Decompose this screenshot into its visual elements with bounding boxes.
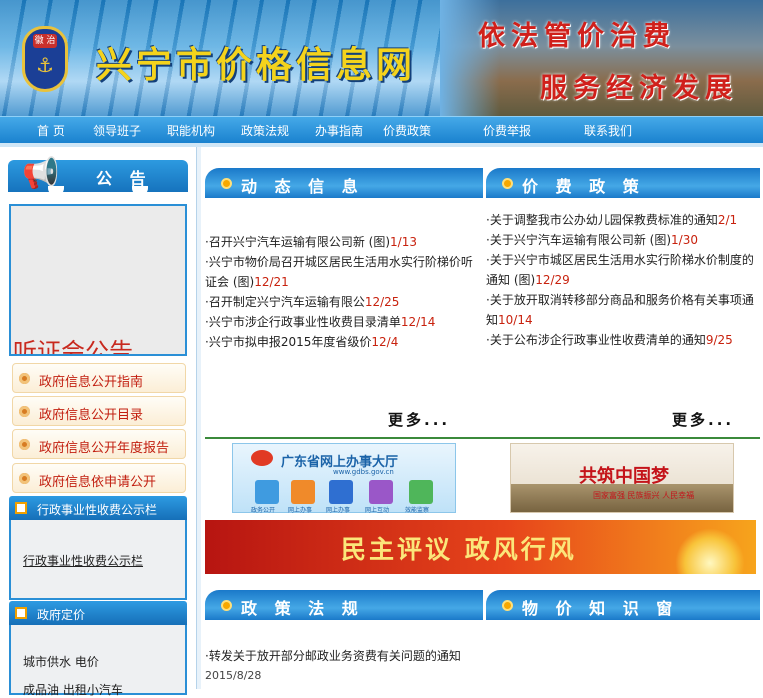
site-header: 徽 治 ⚓ 兴宁市价格信息网 依法管价治费 服务经济发展: [0, 0, 763, 116]
gov-info-catalog-link[interactable]: 政府信息公开目录: [12, 396, 186, 426]
gd-tile-label: 政务公开: [251, 507, 276, 514]
link-label: 政府信息公开年度报告: [39, 441, 170, 456]
link-label: 政府信息公开指南: [39, 375, 144, 390]
bullet-icon: [19, 373, 30, 384]
badge-text: 徽 治: [33, 34, 57, 48]
knowledge-title: 物 价 知 识 窗: [522, 599, 679, 618]
list-icon: [15, 607, 27, 619]
dynamic-more-link[interactable]: 更多...: [388, 409, 450, 430]
sun-decoration: [675, 528, 745, 574]
gov-info-request-link[interactable]: 政府信息依申请公开: [12, 463, 186, 493]
fee-section-link[interactable]: 行政事业性收费公示栏: [23, 552, 143, 569]
bullet-icon: [221, 600, 232, 611]
site-title: 兴宁市价格信息网: [96, 45, 417, 86]
pricing-item[interactable]: 成品油 出租小汽车: [23, 681, 123, 698]
laws-header: 政 策 法 规: [205, 590, 483, 620]
nav-home[interactable]: 首 页: [37, 122, 65, 139]
pricing-item[interactable]: 城市供水 电价: [23, 653, 99, 670]
fee-policy-list: ·关于调整我市公办幼儿园保教费标准的通知2/1 ·关于兴宁汽车运输有限公司新 (…: [486, 210, 756, 350]
notice-header: 📢 公 告: [8, 156, 188, 196]
laws-list: ·转发关于放开部分邮政业务资费有关问题的通知 2015/8/28: [205, 646, 483, 686]
list-item[interactable]: ·兴宁市拟申报2015年度省级价12/4: [205, 332, 483, 352]
chinese-dream-banner[interactable]: 共筑中国梦 国家富强 民族振兴 人民幸福: [510, 443, 734, 513]
gd-tile-label: 效能监察: [405, 507, 430, 514]
fee-section-box: 行政事业性收费公示栏: [9, 520, 187, 600]
pricing-section-title: 政府定价: [37, 608, 86, 622]
nav-guide[interactable]: 办事指南: [315, 122, 363, 139]
anchor-icon: ⚓: [36, 53, 54, 77]
person-icon: [291, 480, 315, 504]
bullet-icon: [19, 406, 30, 417]
nav-contact[interactable]: 联系我们: [584, 122, 632, 139]
list-item[interactable]: ·兴宁市物价局召开城区居民生活用水实行阶梯价听证会 (图)12/21: [205, 252, 483, 292]
pricing-section-box: 城市供水 电价 成品油 出租小汽车: [9, 625, 187, 698]
list-item[interactable]: ·召开兴宁汽车运输有限公司新 (图)1/13: [205, 232, 483, 252]
person-icon: [255, 480, 279, 504]
notice-scroll-text[interactable]: 听证会公告: [13, 332, 133, 354]
list-item[interactable]: ·关于兴宁汽车运输有限公司新 (图)1/30: [486, 230, 756, 250]
green-separator: [205, 437, 760, 439]
person-icon: [369, 480, 393, 504]
dynamic-news-title: 动 态 信 息: [241, 177, 364, 196]
notice-box: 听证会公告: [9, 204, 187, 356]
fee-policy-title: 价 费 政 策: [522, 177, 645, 196]
nav-report[interactable]: 价费举报: [483, 122, 531, 139]
bullet-icon: [502, 600, 513, 611]
list-item[interactable]: ·召开制定兴宁汽车运输有限公12/25: [205, 292, 483, 312]
bullet-icon: [221, 178, 232, 189]
person-icon: [409, 480, 433, 504]
fee-section-header: 行政事业性收费公示栏: [9, 496, 187, 520]
laws-title: 政 策 法 规: [241, 599, 364, 618]
dream-title: 共筑中国梦: [579, 466, 669, 487]
bullet-icon: [19, 473, 30, 484]
list-icon: [15, 502, 27, 514]
nav-leadership[interactable]: 领导班子: [93, 122, 141, 139]
dynamic-news-header: 动 态 信 息: [205, 168, 483, 198]
bullet-icon: [502, 178, 513, 189]
bullet-icon: [19, 439, 30, 450]
gd-tile-label: 网上办事: [288, 507, 313, 514]
list-item[interactable]: ·关于公布涉企行政事业性收费清单的通知9/25: [486, 330, 756, 350]
list-item[interactable]: ·关于调整我市公办幼儿园保教费标准的通知2/1: [486, 210, 756, 230]
fee-policy-header: 价 费 政 策: [486, 168, 760, 198]
nav-fee-policy[interactable]: 价费政策: [383, 122, 431, 139]
gd-logo-icon: [251, 450, 273, 466]
main-nav: 首 页 领导班子 职能机构 政策法规 办事指南 价费政策 价费举报 联系我们: [0, 116, 763, 143]
link-label: 政府信息依申请公开: [39, 475, 157, 490]
nav-policies-laws[interactable]: 政策法规: [241, 122, 289, 139]
list-item[interactable]: ·关于放开取消转移部分商品和服务价格有关事项通知10/14: [486, 290, 756, 330]
list-item[interactable]: ·关于兴宁市城区居民生活用水实行阶梯水价制度的通知 (图)12/29: [486, 250, 756, 290]
gov-info-annual-report-link[interactable]: 政府信息公开年度报告: [12, 429, 186, 459]
dream-subtitle: 国家富强 民族振兴 人民幸福: [593, 491, 695, 500]
gd-online-service-banner[interactable]: 广东省网上办事大厅 www.gdbs.gov.cn 政务公开 网上办事 网上办事…: [232, 443, 456, 514]
person-icon: [329, 480, 353, 504]
list-item-date: 2015/8/28: [205, 669, 262, 682]
democratic-review-banner[interactable]: 民主评议 政风行风: [205, 520, 756, 574]
gd-tile-label: 网上互动: [365, 507, 390, 514]
column-divider: [197, 147, 201, 689]
slogan-line2: 服务经济发展: [540, 73, 738, 104]
nav-departments[interactable]: 职能机构: [167, 122, 215, 139]
dynamic-news-list: ·召开兴宁汽车运输有限公司新 (图)1/13 ·兴宁市物价局召开城区居民生活用水…: [205, 232, 483, 352]
fee-section-title: 行政事业性收费公示栏: [37, 503, 158, 517]
policy-more-link[interactable]: 更多...: [672, 409, 734, 430]
link-label: 政府信息公开目录: [39, 408, 144, 423]
knowledge-header: 物 价 知 识 窗: [486, 590, 760, 620]
gd-banner-url: www.gdbs.gov.cn: [333, 468, 394, 476]
gd-tile-label: 网上办事: [326, 507, 351, 514]
slogan-line1: 依法管价治费: [478, 21, 676, 52]
list-item[interactable]: ·转发关于放开部分邮政业务资费有关问题的通知: [205, 646, 483, 666]
banner-title: 民主评议 政风行风: [341, 535, 577, 564]
list-item[interactable]: ·兴宁市涉企行政事业性收费目录清单12/14: [205, 312, 483, 332]
police-badge-logo: 徽 治 ⚓: [22, 26, 68, 92]
gov-info-guide-link[interactable]: 政府信息公开指南: [12, 363, 186, 393]
pricing-section-header: 政府定价: [9, 601, 187, 625]
